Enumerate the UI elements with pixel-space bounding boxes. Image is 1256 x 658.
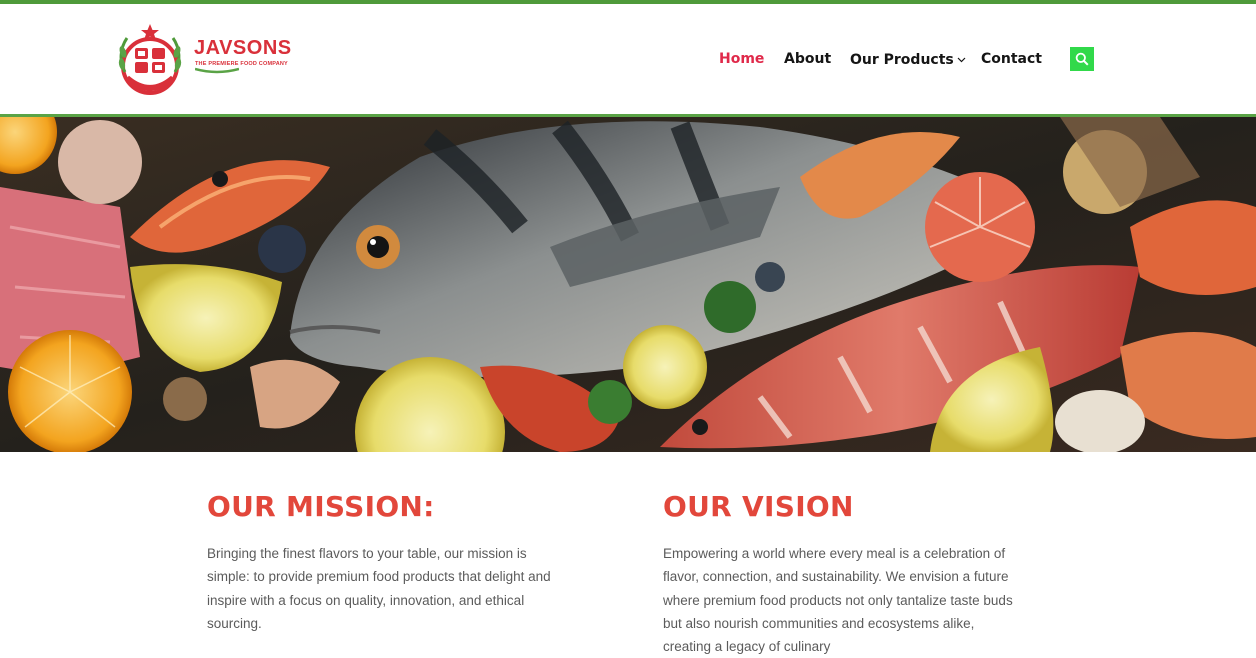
- nav-contact[interactable]: Contact: [981, 51, 1042, 67]
- chevron-down-icon: [957, 51, 966, 67]
- logo-emblem-icon: [118, 24, 182, 95]
- site-header: JAVSONS THE PREMIERE FOOD COMPANY Home A…: [0, 4, 1256, 114]
- mission-heading: OUR MISSION:: [207, 490, 435, 523]
- mission-text: Bringing the finest flavors to your tabl…: [207, 546, 551, 631]
- vision-heading: OUR VISION: [663, 490, 854, 523]
- hero-banner-image: [0, 117, 1256, 452]
- mission-section: OUR MISSION: Bringing the finest flavors…: [207, 490, 557, 635]
- nav-our-products-label: Our Products: [850, 52, 954, 68]
- brand-name: JAVSONS: [194, 37, 292, 59]
- nav-home[interactable]: Home: [719, 51, 764, 67]
- logo[interactable]: JAVSONS THE PREMIERE FOOD COMPANY: [111, 22, 291, 96]
- search-icon: [1075, 52, 1089, 66]
- vision-text: Empowering a world where every meal is a…: [663, 546, 1013, 655]
- swoosh-icon: [195, 67, 239, 74]
- nav-about[interactable]: About: [784, 51, 831, 67]
- vision-section: OUR VISION Empowering a world where ever…: [663, 490, 1018, 658]
- search-button[interactable]: [1070, 47, 1094, 71]
- nav-our-products[interactable]: Our Products: [850, 51, 966, 68]
